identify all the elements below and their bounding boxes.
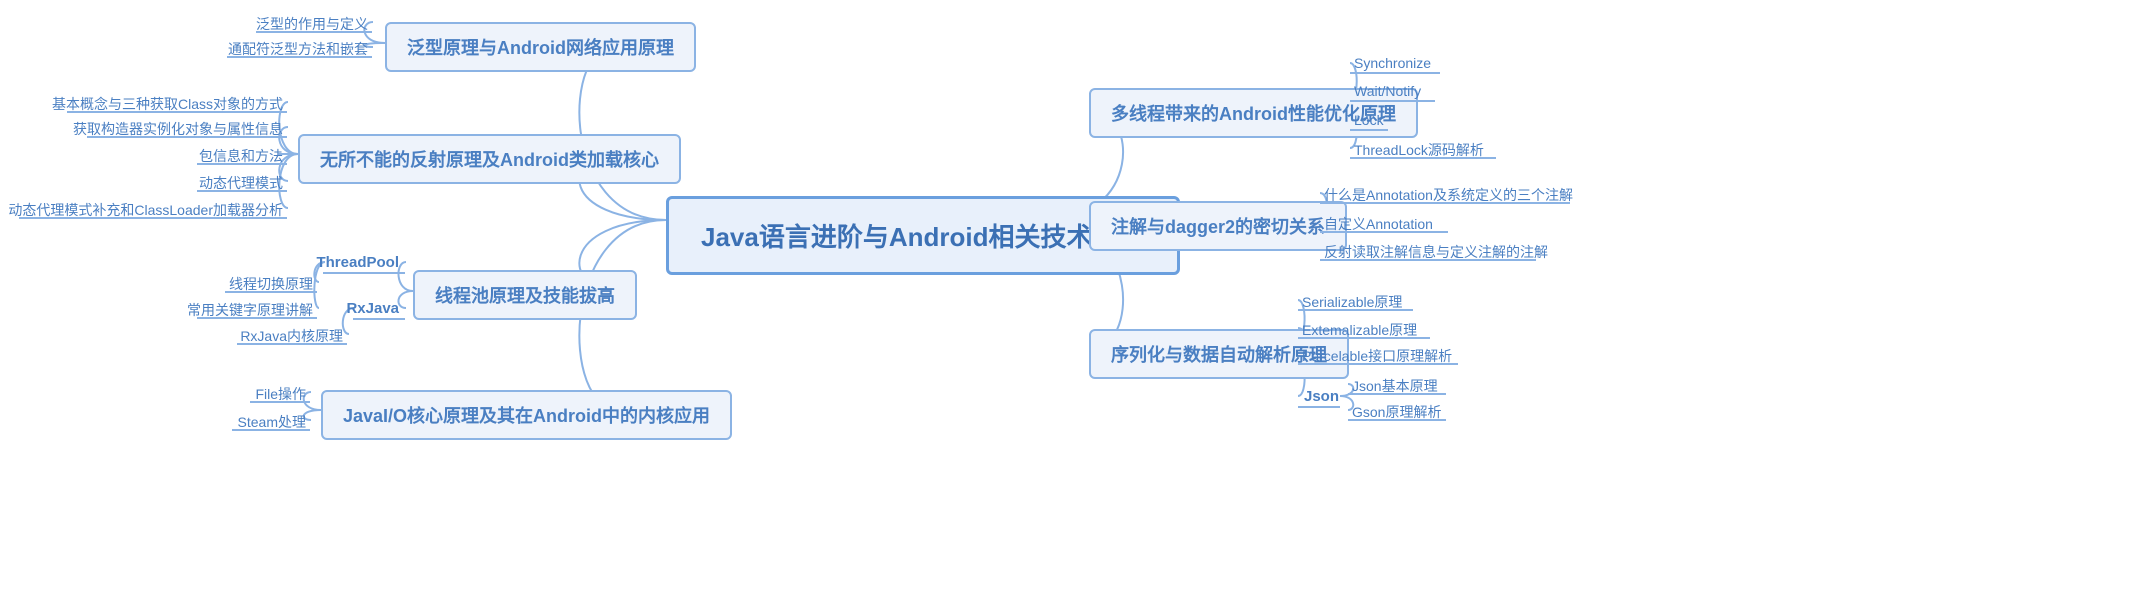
branch-annotation[interactable]: 注解与dagger2的密切关系 bbox=[1089, 201, 1347, 251]
branch-io[interactable]: JavaI/O核心原理及其在Android中的内核应用 bbox=[321, 390, 732, 440]
connector-lines bbox=[0, 0, 2137, 594]
leaf[interactable]: Lock bbox=[1350, 110, 1388, 130]
leaf[interactable]: Wait/Notify bbox=[1350, 81, 1425, 101]
leaf[interactable]: Synchronize bbox=[1350, 53, 1435, 73]
branch-generics[interactable]: 泛型原理与Android网络应用原理 bbox=[385, 22, 696, 72]
branch-threadpool[interactable]: 线程池原理及技能拔高 bbox=[413, 270, 637, 320]
branch-reflection[interactable]: 无所不能的反射原理及Android类加载核心 bbox=[298, 134, 681, 184]
